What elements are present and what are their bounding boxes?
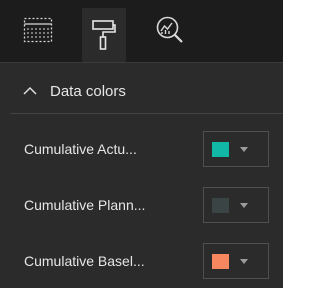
- toolbar-divider: [0, 62, 283, 63]
- fields-tab-button[interactable]: [18, 10, 58, 50]
- color-swatch: [212, 254, 229, 269]
- color-picker-button[interactable]: [203, 243, 269, 279]
- color-picker-button[interactable]: [203, 187, 269, 223]
- series-label: Cumulative Basel...: [24, 253, 145, 269]
- section-divider: [10, 113, 283, 114]
- series-label: Cumulative Plann...: [24, 197, 146, 213]
- window-edge: [283, 0, 290, 288]
- format-tab-button[interactable]: [82, 8, 126, 62]
- dropdown-arrow-icon: [240, 203, 248, 208]
- data-color-row: Cumulative Basel...: [0, 241, 283, 285]
- visualizations-toolbar: [0, 0, 283, 62]
- color-swatch: [212, 198, 229, 213]
- analytics-magnifier-icon: [156, 16, 183, 43]
- analytics-tab-button[interactable]: [150, 10, 190, 50]
- dropdown-arrow-icon: [240, 147, 248, 152]
- color-picker-button[interactable]: [203, 131, 269, 167]
- data-colors-section-header[interactable]: Data colors: [0, 70, 283, 112]
- color-swatch: [212, 142, 229, 157]
- data-color-row: Cumulative Actu...: [0, 129, 283, 173]
- format-paint-roller-icon: [92, 20, 116, 50]
- fields-icon: [23, 17, 53, 43]
- data-color-row: Cumulative Plann...: [0, 185, 283, 229]
- section-title: Data colors: [50, 82, 126, 100]
- format-pane: Data colors Cumulative Actu... Cumulativ…: [0, 0, 283, 288]
- chevron-up-icon: [23, 87, 37, 95]
- dropdown-arrow-icon: [240, 259, 248, 264]
- series-label: Cumulative Actu...: [24, 141, 137, 157]
